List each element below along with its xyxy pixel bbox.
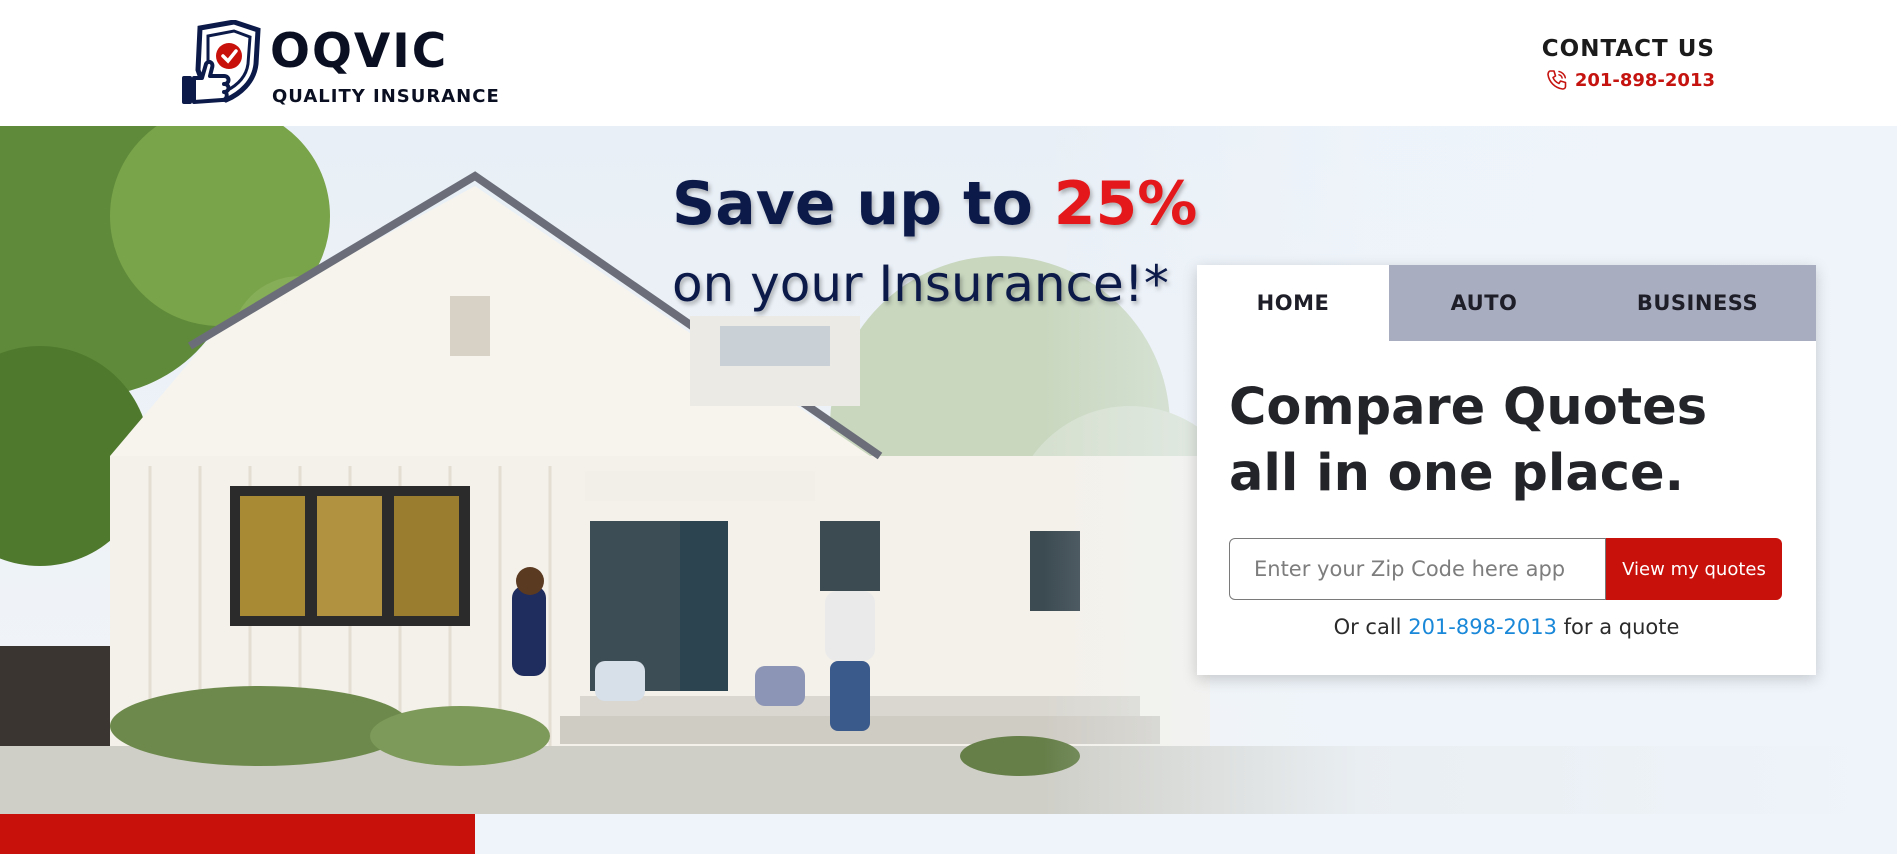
brand-logo[interactable]: OQVIC QUALITY INSURANCE (180, 20, 500, 110)
contact-phone-link[interactable]: 201-898-2013 (1575, 70, 1715, 91)
headline-line-2: on your Insurance!* (672, 255, 1169, 313)
card-title-line-2: all in one place. (1229, 444, 1684, 503)
bottom-red-bar (0, 814, 475, 854)
call-prefix: Or call (1333, 615, 1409, 639)
hero-section: Save up to 25% on your Insurance!* HOME … (0, 126, 1897, 814)
tab-home[interactable]: HOME (1197, 265, 1389, 341)
zip-form: View my quotes (1229, 538, 1782, 600)
contact-block: CONTACT US 201-898-2013 (1535, 36, 1715, 92)
headline-prefix: Save up to (672, 169, 1054, 239)
hero-headline: Save up to 25% on your Insurance!* (672, 170, 1197, 318)
site-header: OQVIC QUALITY INSURANCE CONTACT US 201-8… (0, 0, 1897, 126)
brand-tagline: QUALITY INSURANCE (272, 86, 500, 107)
tab-auto[interactable]: AUTO (1389, 265, 1579, 341)
phone-icon (1547, 70, 1567, 90)
contact-phone-row[interactable]: 201-898-2013 (1535, 68, 1715, 92)
shield-thumbs-up-icon (182, 20, 261, 104)
headline-line-1: Save up to 25% (672, 170, 1197, 238)
tab-business[interactable]: BUSINESS (1579, 265, 1816, 341)
insurance-type-tabs: HOME AUTO BUSINESS (1197, 265, 1816, 341)
contact-title: CONTACT US (1541, 36, 1715, 62)
quote-card: HOME AUTO BUSINESS Compare Quotes all in… (1197, 265, 1816, 675)
call-for-quote: Or call 201-898-2013 for a quote (1197, 615, 1816, 639)
view-quotes-button[interactable]: View my quotes (1606, 538, 1782, 600)
card-title-line-1: Compare Quotes (1229, 378, 1708, 437)
call-phone-link[interactable]: 201-898-2013 (1408, 615, 1557, 639)
card-title: Compare Quotes all in one place. (1229, 375, 1789, 507)
bottom-light-bar (475, 814, 1897, 854)
headline-discount: 25% (1053, 169, 1198, 239)
call-suffix: for a quote (1556, 615, 1680, 639)
zip-code-input[interactable] (1229, 538, 1606, 600)
brand-name: OQVIC (270, 24, 449, 79)
